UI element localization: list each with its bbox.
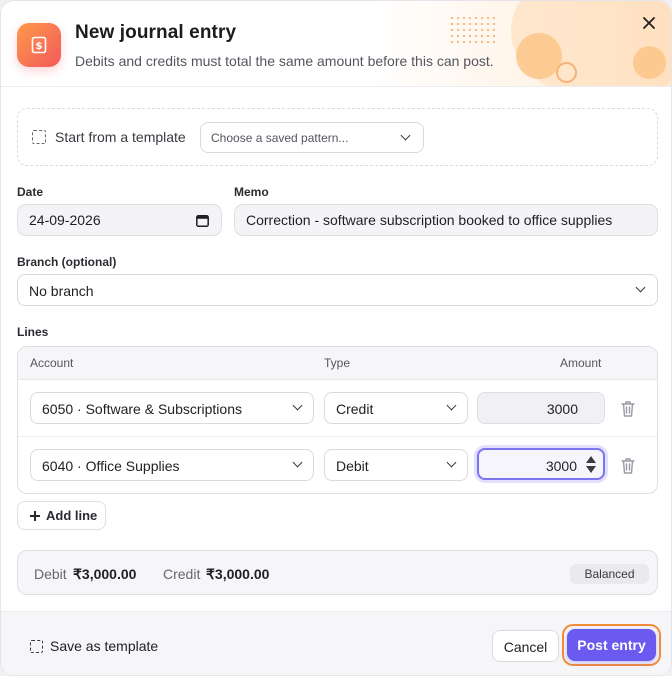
line-2-account: 6040 · Office Supplies	[42, 458, 180, 474]
save-as-template-button[interactable]: Save as template	[23, 630, 173, 662]
line-1-amount-input[interactable]: 3000	[477, 392, 605, 424]
credit-total-label: Credit	[163, 566, 201, 582]
line-2-type: Debit	[336, 458, 369, 474]
post-entry-button[interactable]: Post entry	[567, 629, 656, 661]
add-line-label: Add line	[46, 508, 98, 523]
trash-icon[interactable]	[620, 400, 636, 418]
journal-entry-dialog: $ New journal entry Debits and credits m…	[0, 0, 672, 676]
template-select[interactable]: Choose a saved pattern...	[200, 122, 424, 153]
template-section: Start from a template Choose a saved pat…	[17, 108, 658, 166]
line-2-amount: 3000	[545, 458, 577, 474]
date-field[interactable]: 24-09-2026	[17, 204, 222, 236]
post-entry-label: Post entry	[577, 637, 646, 653]
line-2-amount-input[interactable]: 3000	[477, 448, 605, 480]
dialog-header: $ New journal entry Debits and credits m…	[1, 1, 671, 87]
dialog-subtitle: Debits and credits must total the same a…	[75, 53, 494, 69]
svg-text:$: $	[36, 41, 43, 52]
add-line-button[interactable]: Add line	[17, 501, 106, 530]
dialog-title: New journal entry	[75, 22, 237, 43]
date-label: Date	[17, 185, 44, 199]
spin-down-icon[interactable]	[586, 466, 596, 473]
chevron-down-icon	[446, 400, 457, 411]
cancel-button[interactable]: Cancel	[492, 630, 559, 662]
save-as-template-label: Save as template	[50, 638, 159, 654]
cancel-label: Cancel	[503, 639, 548, 655]
totals-bar: Debit ₹3,000.00 Credit ₹3,000.00 Balance…	[17, 550, 658, 595]
date-value: 24-09-2026	[29, 212, 101, 228]
line-1-type-select[interactable]: Credit	[324, 392, 468, 424]
line-1-account-select[interactable]: 6050 · Software & Subscriptions	[30, 392, 314, 424]
decorative-dots	[449, 15, 497, 43]
decorative-circle	[633, 46, 666, 79]
chevron-down-icon	[292, 457, 303, 468]
column-account: Account	[30, 356, 74, 370]
line-1-type: Credit	[336, 401, 374, 417]
chevron-down-icon	[446, 457, 457, 468]
chevron-down-icon	[400, 130, 411, 141]
line-1-amount: 3000	[546, 401, 578, 417]
line-2-type-select[interactable]: Debit	[324, 449, 468, 481]
calendar-icon[interactable]	[196, 214, 209, 227]
lines-label: Lines	[17, 325, 49, 339]
memo-value: Correction - software subscription booke…	[246, 212, 613, 228]
column-type: Type	[324, 356, 351, 370]
template-label: Start from a template	[55, 129, 186, 145]
column-amount: Amount	[560, 356, 602, 370]
chevron-down-icon	[292, 400, 303, 411]
branch-select[interactable]: No branch	[17, 274, 658, 306]
dashed-square-icon	[30, 640, 43, 653]
debit-total-value: ₹3,000.00	[73, 566, 137, 582]
trash-icon[interactable]	[620, 457, 636, 475]
spin-up-icon[interactable]	[586, 456, 596, 463]
dialog-footer: Save as template Cancel Post entry	[1, 611, 671, 675]
credit-total-value: ₹3,000.00	[206, 566, 270, 582]
lines-table-header: Account Type Amount	[18, 347, 657, 380]
memo-field[interactable]: Correction - software subscription booke…	[234, 204, 658, 236]
dashed-square-icon	[32, 130, 46, 144]
chevron-down-icon	[635, 282, 646, 293]
line-2-account-select[interactable]: 6040 · Office Supplies	[30, 449, 314, 481]
close-button[interactable]	[635, 9, 663, 37]
branch-label: Branch (optional)	[17, 255, 117, 269]
receipt-icon: $	[17, 23, 61, 67]
close-icon	[643, 17, 655, 29]
line-1-account: 6050 · Software & Subscriptions	[42, 401, 242, 417]
memo-label: Memo	[234, 185, 269, 199]
status-badge: Balanced	[570, 564, 649, 584]
lines-table: Account Type Amount 6050 · Software & Su…	[17, 346, 658, 494]
branch-value: No branch	[29, 283, 94, 299]
debit-total-label: Debit	[34, 566, 67, 582]
number-spinner[interactable]	[586, 455, 596, 475]
decorative-ring	[556, 62, 577, 83]
row-divider	[18, 436, 657, 437]
template-select-value: Choose a saved pattern...	[211, 131, 349, 145]
